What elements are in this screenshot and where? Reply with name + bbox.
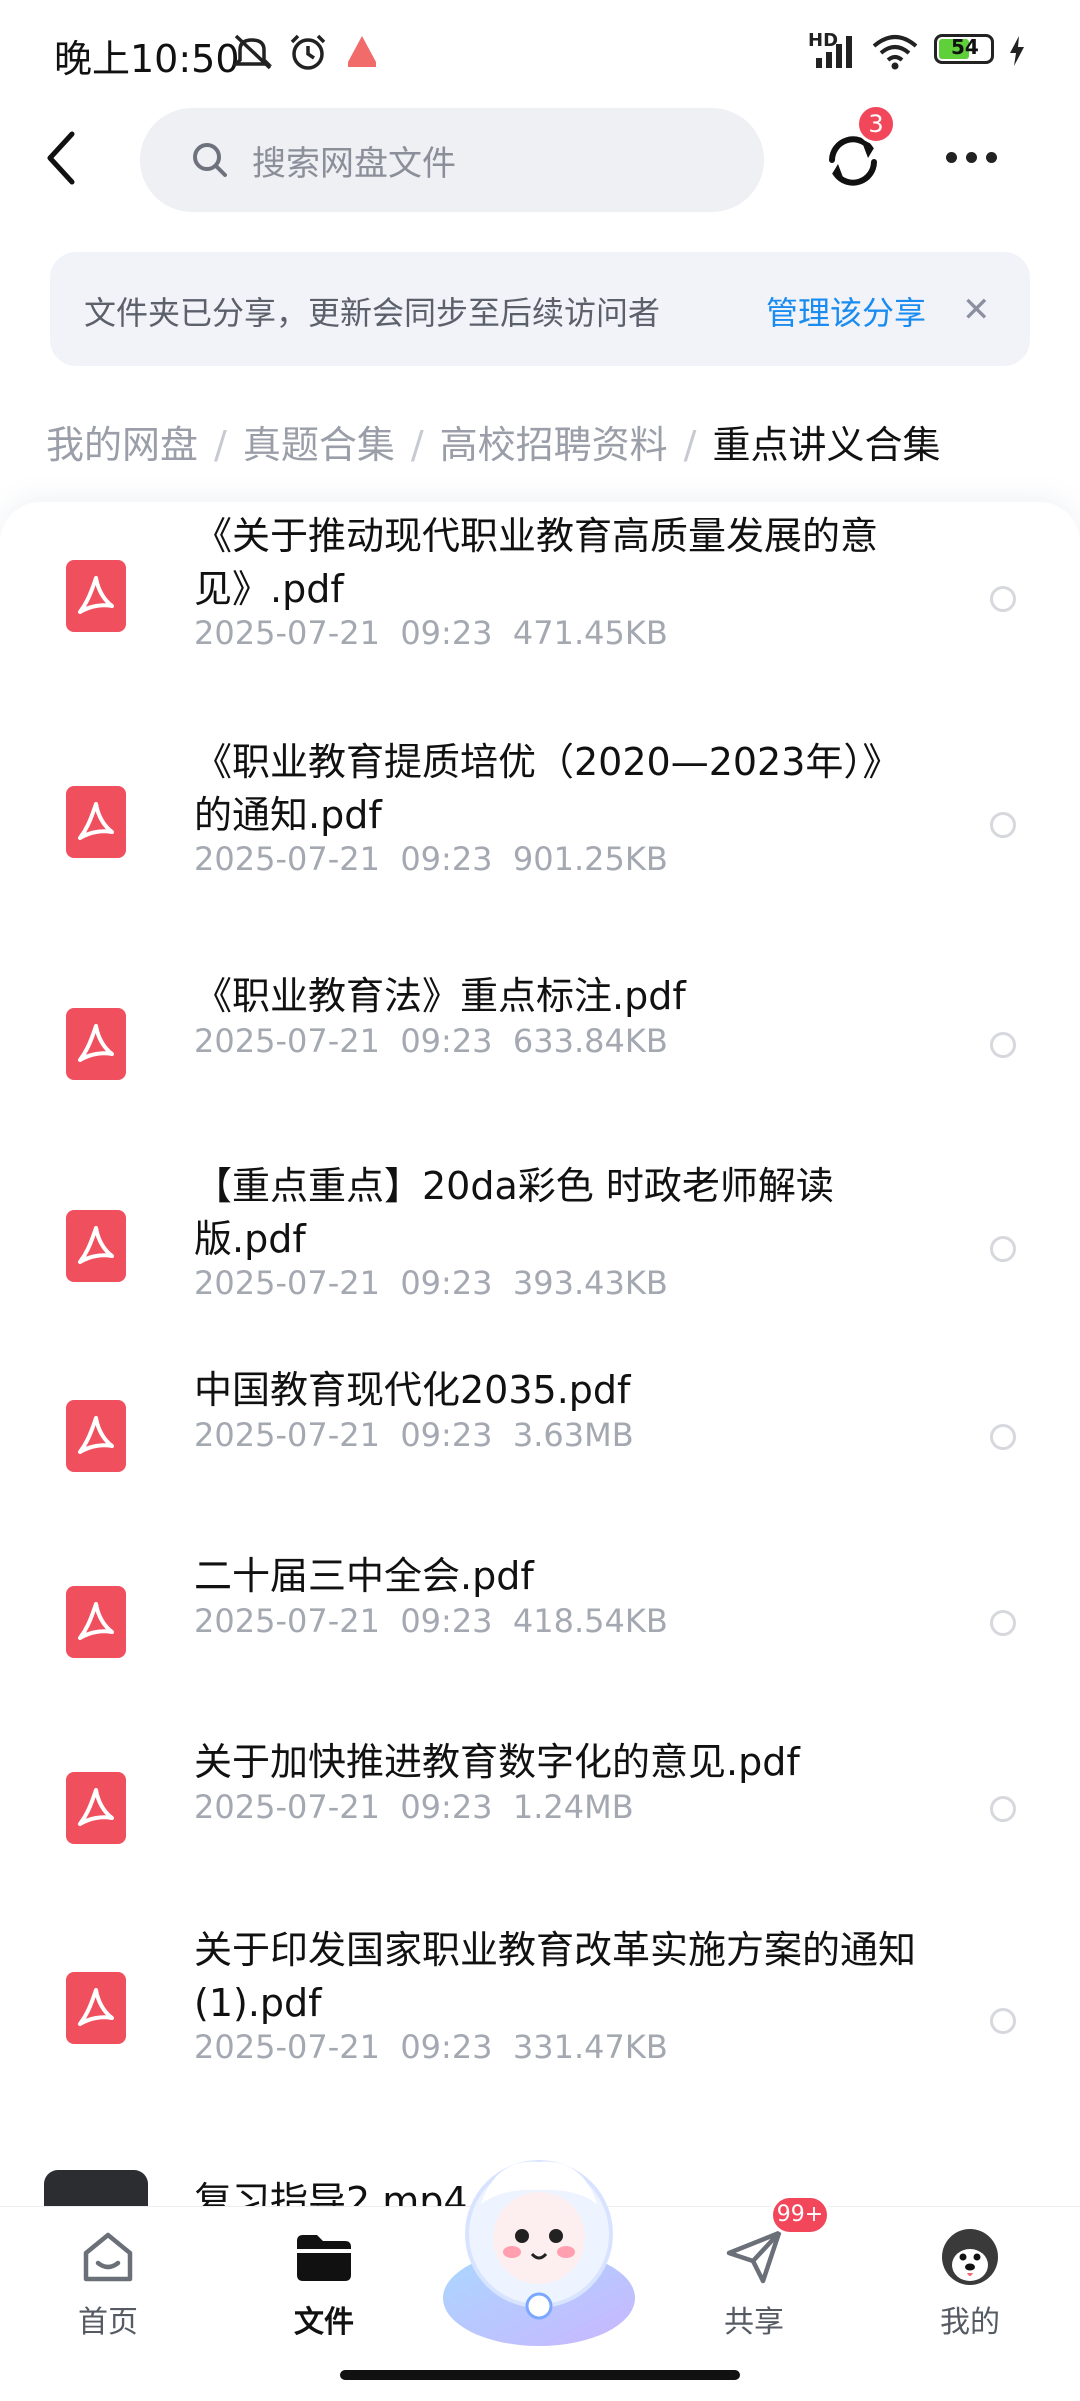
file-name: 关于加快推进教育数字化的意见.pdf	[194, 1740, 800, 1784]
file-meta: 2025-07-21 09:23 901.25KB	[194, 840, 668, 878]
tab-mine-label: 我的	[940, 2305, 1000, 2340]
pdf-icon	[66, 1772, 126, 1844]
pdf-icon	[66, 1586, 126, 1658]
manage-share-link[interactable]: 管理该分享	[766, 288, 926, 334]
mute-icon	[231, 34, 273, 70]
home-indicator	[340, 2370, 740, 2380]
file-name: 中国教育现代化2035.pdf	[194, 1368, 631, 1412]
tab-home-label: 首页	[78, 2305, 138, 2340]
file-name[interactable]: 复习指导2.mp4	[194, 2170, 468, 2210]
file-meta: 2025-07-21 09:23 418.54KB	[194, 1602, 668, 1640]
share-notice-text: 文件夹已分享，更新会同步至后续访问者	[84, 294, 661, 332]
select-radio[interactable]	[990, 1796, 1016, 1822]
select-radio[interactable]	[990, 1032, 1016, 1058]
avatar	[942, 2229, 998, 2285]
tab-home[interactable]: 首页	[38, 2227, 178, 2341]
folder-icon	[297, 2235, 351, 2281]
sync-badge: 3	[856, 104, 896, 144]
search-placeholder: 搜索网盘文件	[252, 144, 456, 184]
charging-icon	[1010, 36, 1024, 66]
file-meta: 2025-07-21 09:23 633.84KB	[194, 1022, 668, 1060]
home-icon	[83, 2232, 133, 2282]
file-meta: 2025-07-21 09:23 331.47KB	[194, 2028, 668, 2066]
app-notification-icon	[348, 36, 376, 67]
breadcrumb: 我的网盘 / 真题合集 / 高校招聘资料 / 重点讲义合集	[46, 414, 941, 469]
pdf-icon	[66, 1008, 126, 1080]
file-name: 二十届三中全会.pdf	[194, 1554, 534, 1598]
close-icon[interactable]: ✕	[962, 290, 991, 330]
breadcrumb-item[interactable]: 高校招聘资料	[440, 423, 668, 467]
file-name: 【重点重点】20da彩色 时政老师解读版.pdf	[194, 1164, 834, 1261]
file-name: 关于印发国家职业教育改革实施方案的通知(1).pdf	[194, 1928, 917, 2025]
file-meta: 2025-07-21 09:23 471.45KB	[194, 614, 668, 652]
file-name: 《职业教育提质培优（2020—2023年）》的通知.pdf	[194, 740, 901, 837]
file-meta: 2025-07-21 09:23 1.24MB	[194, 1788, 634, 1826]
pdf-icon	[66, 1400, 126, 1472]
pdf-icon	[66, 786, 126, 858]
search-icon	[193, 143, 227, 177]
battery-icon: 54	[934, 34, 994, 64]
signal-icon	[816, 36, 852, 68]
tab-share-label: 共享	[724, 2305, 784, 2340]
breadcrumb-item[interactable]: 我的网盘	[46, 423, 198, 467]
wifi-icon	[872, 35, 918, 70]
more-icon[interactable]	[946, 148, 1006, 167]
file-name: 《职业教育法》重点标注.pdf	[194, 974, 686, 1018]
back-icon[interactable]	[38, 128, 88, 188]
select-radio[interactable]	[990, 812, 1016, 838]
pdf-icon	[66, 560, 126, 632]
status-time: 晚上10:50	[54, 37, 240, 81]
share-notice: 文件夹已分享，更新会同步至后续访问者 管理该分享 ✕	[50, 252, 1030, 366]
select-radio[interactable]	[990, 586, 1016, 612]
file-meta: 2025-07-21 09:23 393.43KB	[194, 1264, 668, 1302]
tab-share[interactable]: 共享	[684, 2227, 824, 2341]
breadcrumb-separator: /	[410, 423, 424, 467]
select-radio[interactable]	[990, 1236, 1016, 1262]
file-meta: 2025-07-21 09:23 3.63MB	[194, 1416, 634, 1454]
breadcrumb-separator: /	[683, 423, 697, 467]
file-name: 《关于推动现代职业教育高质量发展的意见》.pdf	[194, 514, 879, 611]
tab-files-label: 文件	[294, 2305, 354, 2340]
alarm-icon	[290, 34, 326, 70]
battery-level: 54	[951, 35, 979, 59]
breadcrumb-separator: /	[214, 423, 227, 467]
breadcrumb-current: 重点讲义合集	[712, 423, 941, 467]
select-radio[interactable]	[990, 2008, 1016, 2034]
tab-mine[interactable]: 我的	[900, 2227, 1040, 2341]
send-icon	[726, 2230, 782, 2284]
assistant-mascot-icon[interactable]	[436, 2148, 642, 2348]
status-bar: 晚上10:50 HD 54	[0, 0, 1080, 110]
search-input[interactable]: 搜索网盘文件	[140, 108, 764, 212]
pdf-icon	[66, 1972, 126, 2044]
tab-files[interactable]: 文件	[254, 2227, 394, 2341]
select-radio[interactable]	[990, 1424, 1016, 1450]
select-radio[interactable]	[990, 1610, 1016, 1636]
breadcrumb-item[interactable]: 真题合集	[243, 423, 395, 467]
pdf-icon	[66, 1210, 126, 1282]
file-list: 《关于推动现代职业教育高质量发展的意见》.pdf 2025-07-21 09:2…	[0, 502, 1080, 2210]
share-badge: 99+	[770, 2195, 830, 2235]
